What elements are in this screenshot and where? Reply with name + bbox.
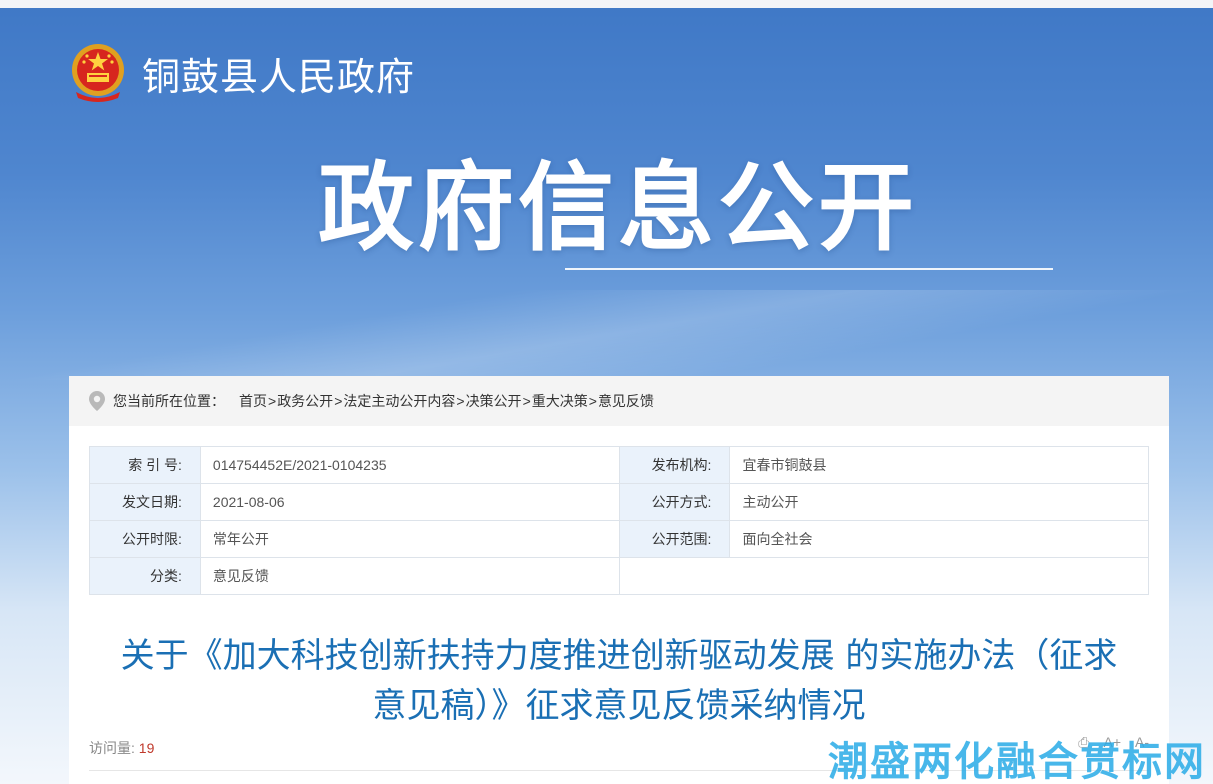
breadcrumb-separator: >: [522, 393, 531, 409]
top-bar: [0, 0, 1213, 8]
breadcrumb-statutory-disclosure[interactable]: 法定主动公开内容: [343, 391, 455, 411]
banner-underline: [565, 268, 1053, 270]
disclosure-mode-value: 主动公开: [729, 483, 1149, 521]
breadcrumb-separator: >: [588, 393, 597, 409]
breadcrumb-feedback[interactable]: 意见反馈: [598, 391, 654, 411]
breadcrumb-label: 您当前所在位置：: [113, 393, 225, 409]
article-title-line-1: 关于《加大科技创新扶持力度推进创新驱动发展 的实施办法（征求: [120, 636, 1118, 676]
metadata-table: 索 引 号: 014754452E/2021-0104235 发布机构: 宜春市…: [89, 446, 1150, 595]
table-row: 索 引 号: 014754452E/2021-0104235 发布机构: 宜春市…: [89, 446, 1149, 484]
category-label: 分类:: [89, 557, 201, 595]
publisher-value: 宜春市铜鼓县: [729, 446, 1149, 484]
breadcrumb-separator: >: [334, 393, 343, 409]
issue-date-label: 发文日期:: [89, 483, 201, 521]
content-panel: 您当前所在位置： 首页 > 政务公开 > 法定主动公开内容 > 决策公开 > 重…: [69, 376, 1169, 784]
national-emblem-icon: [72, 44, 124, 102]
table-row: 发文日期: 2021-08-06 公开方式: 主动公开: [89, 483, 1149, 521]
disclosure-scope-value: 面向全社会: [729, 520, 1149, 558]
publisher-label: 发布机构:: [618, 446, 731, 484]
article-title-line-2: 意见稿）》征求意见反馈采纳情况: [372, 686, 866, 726]
site-name: 铜鼓县人民政府: [142, 54, 416, 99]
visit-count-value: 19: [138, 740, 155, 756]
disclosure-period-value: 常年公开: [199, 520, 620, 558]
banner-title: 政府信息公开: [318, 152, 918, 264]
issue-date-value: 2021-08-06: [199, 483, 620, 521]
site-header[interactable]: 铜鼓县人民政府: [68, 40, 415, 106]
empty-cell: [618, 557, 1150, 595]
disclosure-scope-label: 公开范围:: [618, 520, 731, 558]
location-pin-icon: [89, 391, 105, 411]
table-row: 分类: 意见反馈: [89, 557, 1150, 595]
table-row: 公开时限: 常年公开 公开范围: 面向全社会: [89, 520, 1149, 558]
banner-light-streak: [0, 290, 1213, 380]
breadcrumb-separator: >: [456, 393, 465, 409]
watermark: 潮盛两化融合贯标网: [828, 739, 1206, 784]
visit-count: 访问量: 19: [89, 738, 154, 758]
disclosure-period-label: 公开时限:: [89, 520, 201, 558]
index-number-value: 014754452E/2021-0104235: [199, 446, 620, 484]
breadcrumb-decision-disclosure[interactable]: 决策公开: [466, 391, 522, 411]
article-title: 关于《加大科技创新扶持力度推进创新驱动发展 的实施办法（征求 意见稿）》征求意见…: [69, 631, 1169, 731]
breadcrumb-separator: >: [268, 393, 277, 409]
category-value: 意见反馈: [199, 557, 620, 595]
breadcrumb: 您当前所在位置： 首页 > 政务公开 > 法定主动公开内容 > 决策公开 > 重…: [69, 376, 1169, 426]
breadcrumb-home[interactable]: 首页: [239, 391, 267, 411]
breadcrumb-major-decisions[interactable]: 重大决策: [532, 391, 588, 411]
visit-count-label: 访问量:: [89, 740, 135, 756]
index-number-label: 索 引 号:: [89, 446, 201, 484]
disclosure-mode-label: 公开方式:: [618, 483, 731, 521]
breadcrumb-gov-affairs[interactable]: 政务公开: [277, 391, 333, 411]
